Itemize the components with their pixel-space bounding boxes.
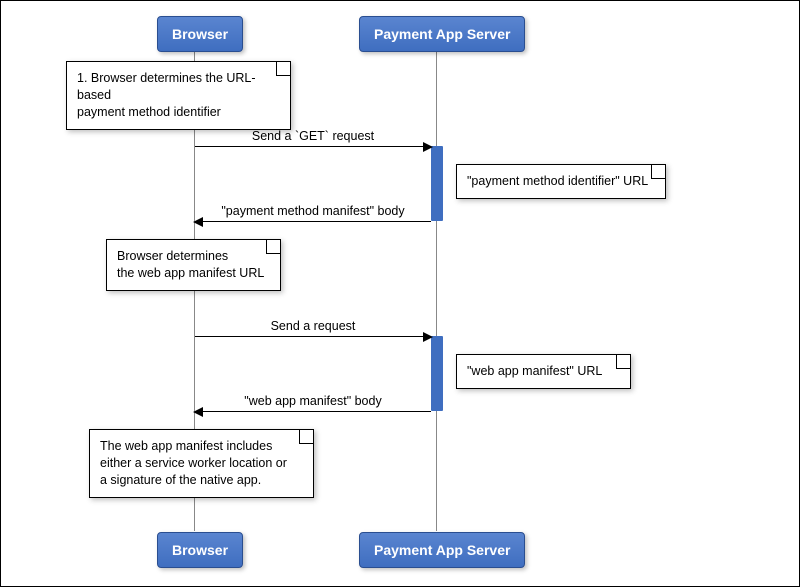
note-wam-url-text: "web app manifest" URL [467,364,602,378]
activation-server-2 [431,336,443,411]
activation-server-1 [431,146,443,221]
participant-server-top: Payment App Server [359,16,525,52]
lifeline-server [436,51,437,531]
sequence-diagram: Browser Payment App Server Browser Payme… [0,0,800,587]
message-wam-body-label: "web app manifest" body [195,394,431,408]
note-pmi-url-text: "payment method identifier" URL [467,174,648,188]
arrow-icon [423,332,433,342]
message-pmm-body-label: "payment method manifest" body [195,204,431,218]
note-browser-manifest-url-text: Browser determinesthe web app manifest U… [117,249,264,280]
arrow-icon [193,407,203,417]
note-wam-url: "web app manifest" URL [456,354,631,389]
arrow-icon [423,142,433,152]
arrow-icon [193,217,203,227]
note-fold-icon [266,240,280,254]
note-fold-icon [616,355,630,369]
participant-browser-top: Browser [157,16,243,52]
participant-server-bottom: Payment App Server [359,532,525,568]
message-get-request-label: Send a `GET` request [195,129,431,143]
note-initial-text: 1. Browser determines the URL-basedpayme… [77,71,256,119]
message-pmm-body-line [201,221,431,222]
note-pmi-url: "payment method identifier" URL [456,164,666,199]
message-get-request-line [195,146,431,147]
note-fold-icon [651,165,665,179]
note-fold-icon [276,62,290,76]
note-fold-icon [299,430,313,444]
note-browser-manifest-url: Browser determinesthe web app manifest U… [106,239,281,291]
message-send-request-line [195,336,431,337]
note-final-text: The web app manifest includeseither a se… [100,439,287,487]
participant-browser-bottom: Browser [157,532,243,568]
message-send-request-label: Send a request [195,319,431,333]
message-wam-body-line [201,411,431,412]
note-final: The web app manifest includeseither a se… [89,429,314,498]
note-initial: 1. Browser determines the URL-basedpayme… [66,61,291,130]
